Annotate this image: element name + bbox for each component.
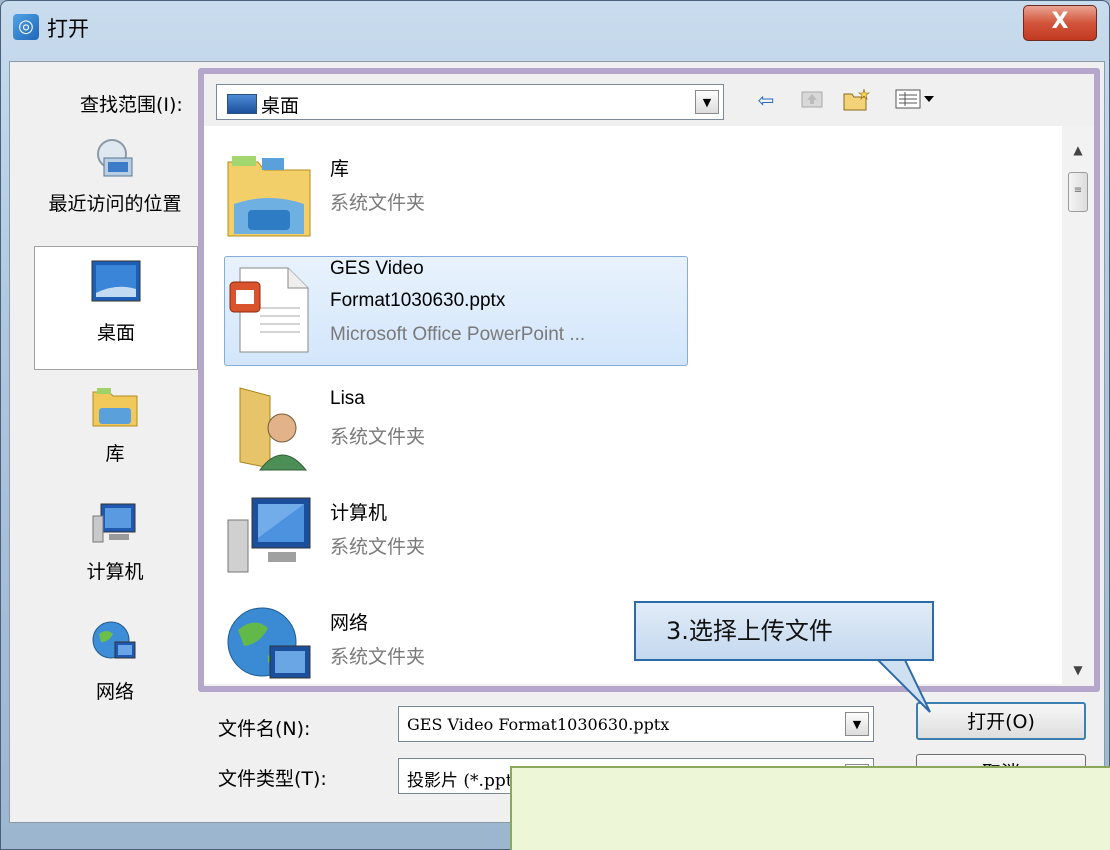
title-bar[interactable]: ◎ 打开 X [1,1,1109,61]
file-name-label: 文件名(N): [218,718,311,740]
place-label: 最近访问的位置 [48,193,182,215]
open-button[interactable]: 打开(O) [916,702,1086,740]
libraries-icon [92,388,138,427]
desktop-icon [91,260,141,302]
network-icon [92,621,136,659]
file-name-combobox[interactable]: GES Video Format1030630.pptx ▼ [398,706,874,742]
recent-places-icon [97,139,133,177]
file-type-label: 文件类型(T): [218,768,327,790]
callout-box: 3.选择上传文件 [634,601,934,661]
place-network[interactable]: 网络 [34,620,196,716]
place-label: 网络 [95,681,134,703]
app-icon: ◎ [13,14,39,40]
close-button[interactable]: X [1023,5,1097,41]
places-bar: 最近访问的位置 桌面 库 计算机 网络 [34,130,198,703]
callout-pointer [873,656,931,713]
place-computer[interactable]: 计算机 [34,502,196,598]
note-box [510,766,1110,850]
computer-icon [92,503,136,543]
place-label: 计算机 [86,561,144,583]
place-label: 库 [105,443,125,465]
file-name-value: GES Video Format1030630.pptx [407,715,670,734]
place-desktop[interactable]: 桌面 [34,246,198,370]
window-title: 打开 [47,17,89,41]
annotation-highlight-frame [198,68,1100,692]
place-label: 桌面 [96,322,135,344]
look-in-label: 查找范围(I): [80,94,183,116]
place-recent[interactable]: 最近访问的位置 [34,136,196,244]
place-libraries[interactable]: 库 [34,384,196,480]
